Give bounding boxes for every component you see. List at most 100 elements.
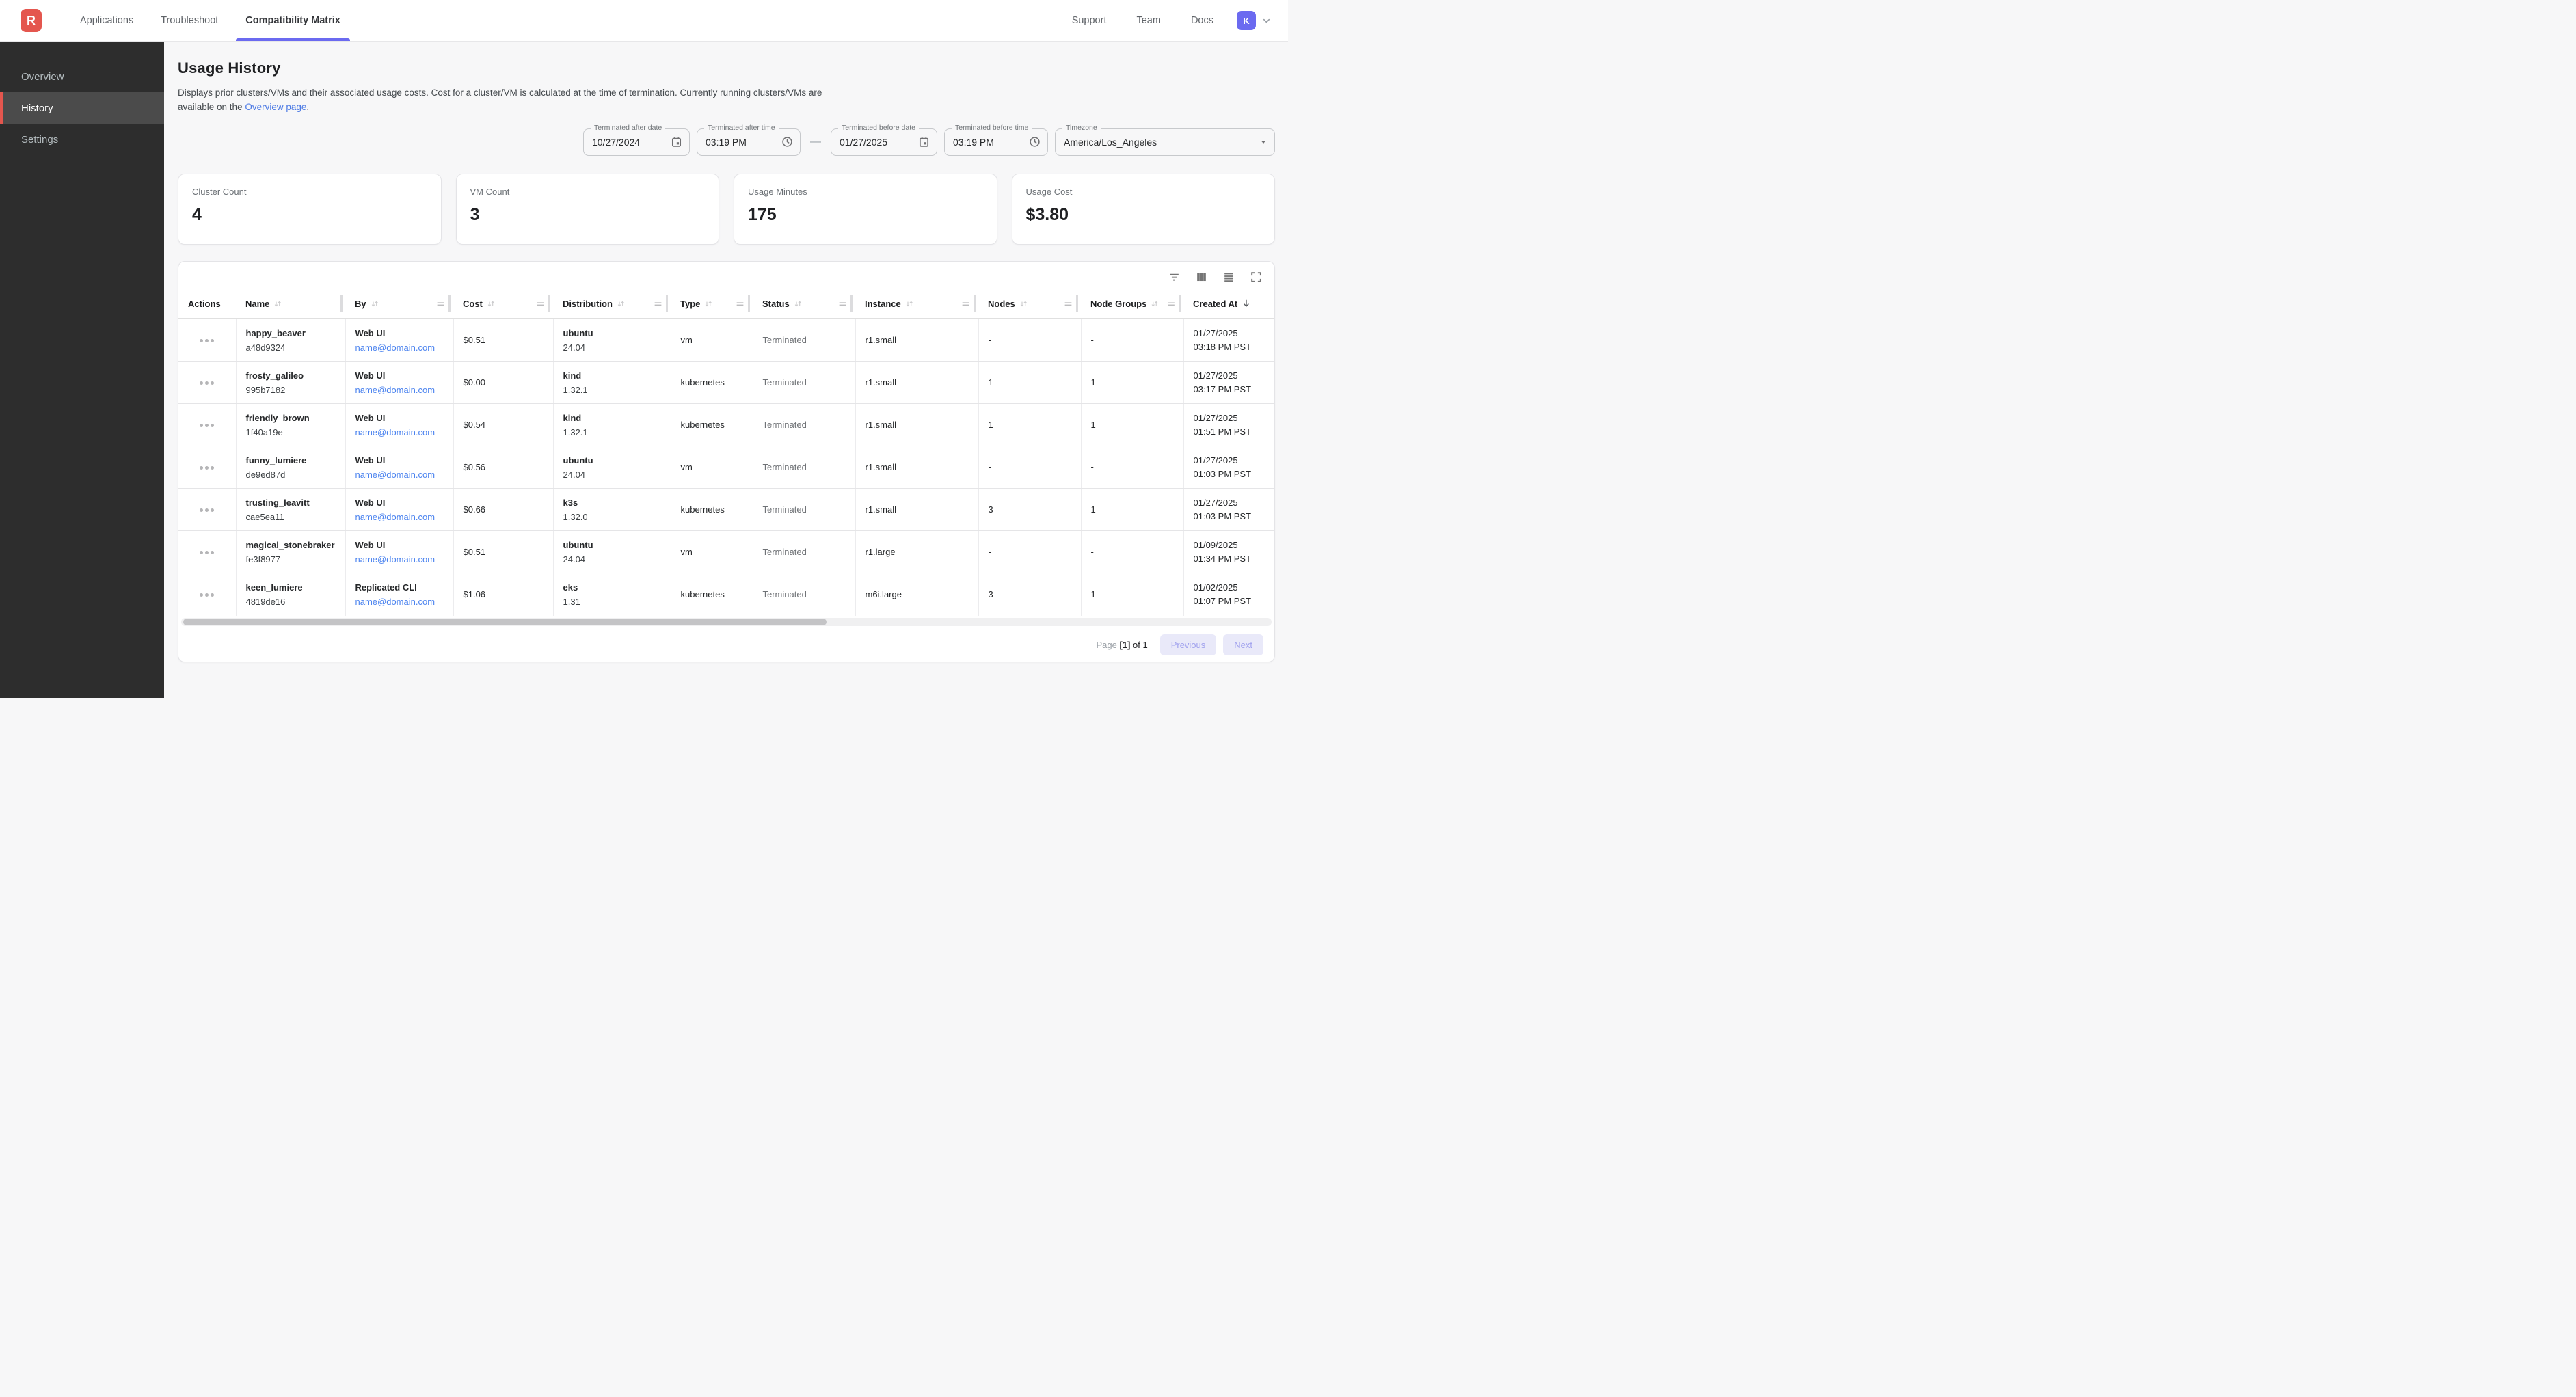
timezone-value[interactable]: America/Los_Angeles: [1064, 137, 1254, 148]
tab-compatibility-matrix[interactable]: Compatibility Matrix: [232, 0, 354, 41]
terminated-before-time-value[interactable]: 03:19 PM: [953, 137, 1023, 148]
row-actions-button[interactable]: [196, 547, 218, 558]
column-separator[interactable]: [666, 295, 668, 312]
column-separator[interactable]: [974, 295, 976, 312]
tab-troubleshoot[interactable]: Troubleshoot: [147, 0, 232, 41]
row-actions-button[interactable]: [196, 462, 218, 474]
column-separator[interactable]: [340, 295, 343, 312]
column-separator[interactable]: [748, 295, 750, 312]
column-header-by[interactable]: By: [345, 289, 453, 319]
link-support[interactable]: Support: [1072, 15, 1107, 26]
replicated-logo[interactable]: R: [21, 9, 42, 32]
sort-arrows-icon[interactable]: [1019, 299, 1029, 309]
table-row[interactable]: magical_stonebraker fe3f8977 Web UI name…: [178, 531, 1274, 573]
sort-desc-icon[interactable]: [1241, 298, 1252, 309]
tab-applications[interactable]: Applications: [66, 0, 147, 41]
fullscreen-icon[interactable]: [1246, 267, 1266, 288]
created-by-email-link[interactable]: name@domain.com: [355, 597, 446, 607]
table-row[interactable]: friendly_brown 1f40a19e Web UI name@doma…: [178, 404, 1274, 446]
next-page-button[interactable]: Next: [1223, 634, 1263, 655]
clock-icon[interactable]: [1029, 136, 1041, 148]
sort-arrows-icon[interactable]: [273, 299, 283, 309]
sort-arrows-icon[interactable]: [370, 299, 380, 309]
column-label: Name: [245, 299, 269, 309]
created-by-email-link[interactable]: name@domain.com: [355, 385, 446, 395]
column-drag-handle-icon[interactable]: [838, 299, 847, 308]
column-header-instance[interactable]: Instance: [855, 289, 978, 319]
terminated-after-time-value[interactable]: 03:19 PM: [706, 137, 776, 148]
terminated-after-time-field[interactable]: Terminated after time 03:19 PM: [697, 128, 801, 156]
column-drag-handle-icon[interactable]: [961, 299, 970, 308]
table-row[interactable]: happy_beaver a48d9324 Web UI name@domain…: [178, 319, 1274, 362]
stats-row: Cluster Count 4 VM Count 3 Usage Minutes…: [178, 174, 1275, 245]
created-by-email-link[interactable]: name@domain.com: [355, 554, 446, 565]
terminated-before-time-field[interactable]: Terminated before time 03:19 PM: [944, 128, 1048, 156]
horizontal-scrollbar-thumb[interactable]: [183, 619, 827, 625]
previous-page-button[interactable]: Previous: [1160, 634, 1217, 655]
density-icon[interactable]: [1218, 267, 1239, 288]
sidebar-item-history[interactable]: History: [0, 92, 164, 124]
table-row[interactable]: frosty_galileo 995b7182 Web UI name@doma…: [178, 362, 1274, 404]
row-actions-button[interactable]: [196, 335, 218, 347]
column-drag-handle-icon[interactable]: [736, 299, 744, 308]
column-separator[interactable]: [850, 295, 853, 312]
table-row[interactable]: trusting_leavitt cae5ea11 Web UI name@do…: [178, 489, 1274, 531]
column-separator[interactable]: [1076, 295, 1078, 312]
row-actions-button[interactable]: [196, 504, 218, 516]
column-header-name[interactable]: Name: [236, 289, 345, 319]
sort-arrows-icon[interactable]: [703, 299, 714, 309]
terminated-after-date-value[interactable]: 10/27/2024: [592, 137, 665, 148]
column-drag-handle-icon[interactable]: [1167, 299, 1175, 308]
link-docs[interactable]: Docs: [1191, 15, 1213, 26]
column-header-actions[interactable]: Actions: [178, 289, 236, 319]
clock-icon[interactable]: [781, 136, 793, 148]
sort-arrows-icon[interactable]: [1150, 299, 1159, 309]
row-actions-button[interactable]: [196, 420, 218, 431]
created-by-email-link[interactable]: name@domain.com: [355, 427, 446, 437]
column-header-cost[interactable]: Cost: [453, 289, 553, 319]
column-drag-handle-icon[interactable]: [654, 299, 662, 308]
terminated-after-time-label: Terminated after time: [704, 124, 779, 132]
calendar-icon[interactable]: [671, 136, 682, 148]
filter-icon[interactable]: [1164, 267, 1184, 288]
overview-page-link[interactable]: Overview page: [245, 102, 306, 112]
created-by-email-link[interactable]: name@domain.com: [355, 470, 446, 480]
sort-arrows-icon[interactable]: [793, 299, 803, 309]
sidebar-item-settings[interactable]: Settings: [0, 124, 164, 155]
terminated-before-date-value[interactable]: 01/27/2025: [840, 137, 913, 148]
column-header-node-groups[interactable]: Node Groups: [1081, 289, 1183, 319]
created-by-email-link[interactable]: name@domain.com: [355, 512, 446, 522]
column-drag-handle-icon[interactable]: [436, 299, 445, 308]
stat-label: Usage Minutes: [748, 187, 983, 197]
column-separator[interactable]: [1179, 295, 1181, 312]
column-header-status[interactable]: Status: [753, 289, 855, 319]
column-separator[interactable]: [448, 295, 451, 312]
sort-arrows-icon[interactable]: [904, 299, 915, 309]
table-row[interactable]: keen_lumiere 4819de16 Replicated CLI nam…: [178, 573, 1274, 616]
dropdown-arrow-icon[interactable]: [1259, 138, 1267, 146]
terminated-after-date-field[interactable]: Terminated after date 10/27/2024: [583, 128, 690, 156]
sidebar-item-overview[interactable]: Overview: [0, 61, 164, 92]
calendar-icon[interactable]: [918, 136, 930, 148]
column-header-created-at[interactable]: Created At: [1183, 289, 1274, 319]
sort-arrows-icon[interactable]: [616, 299, 626, 309]
column-header-type[interactable]: Type: [671, 289, 753, 319]
sort-arrows-icon[interactable]: [486, 299, 496, 309]
type-value: vm: [681, 462, 746, 472]
columns-icon[interactable]: [1191, 267, 1211, 288]
column-drag-handle-icon[interactable]: [536, 299, 545, 308]
avatar[interactable]: K: [1237, 11, 1256, 30]
column-header-nodes[interactable]: Nodes: [978, 289, 1081, 319]
created-by-email-link[interactable]: name@domain.com: [355, 342, 446, 353]
table-row[interactable]: funny_lumiere de9ed87d Web UI name@domai…: [178, 446, 1274, 489]
column-separator[interactable]: [548, 295, 550, 312]
column-drag-handle-icon[interactable]: [1064, 299, 1073, 308]
row-actions-button[interactable]: [196, 589, 218, 601]
account-menu[interactable]: K: [1237, 11, 1272, 30]
terminated-before-date-field[interactable]: Terminated before date 01/27/2025: [831, 128, 937, 156]
column-header-distribution[interactable]: Distribution: [553, 289, 671, 319]
link-team[interactable]: Team: [1136, 15, 1160, 26]
horizontal-scrollbar-track[interactable]: [181, 618, 1272, 626]
row-actions-button[interactable]: [196, 377, 218, 389]
timezone-select[interactable]: Timezone America/Los_Angeles: [1055, 128, 1275, 156]
